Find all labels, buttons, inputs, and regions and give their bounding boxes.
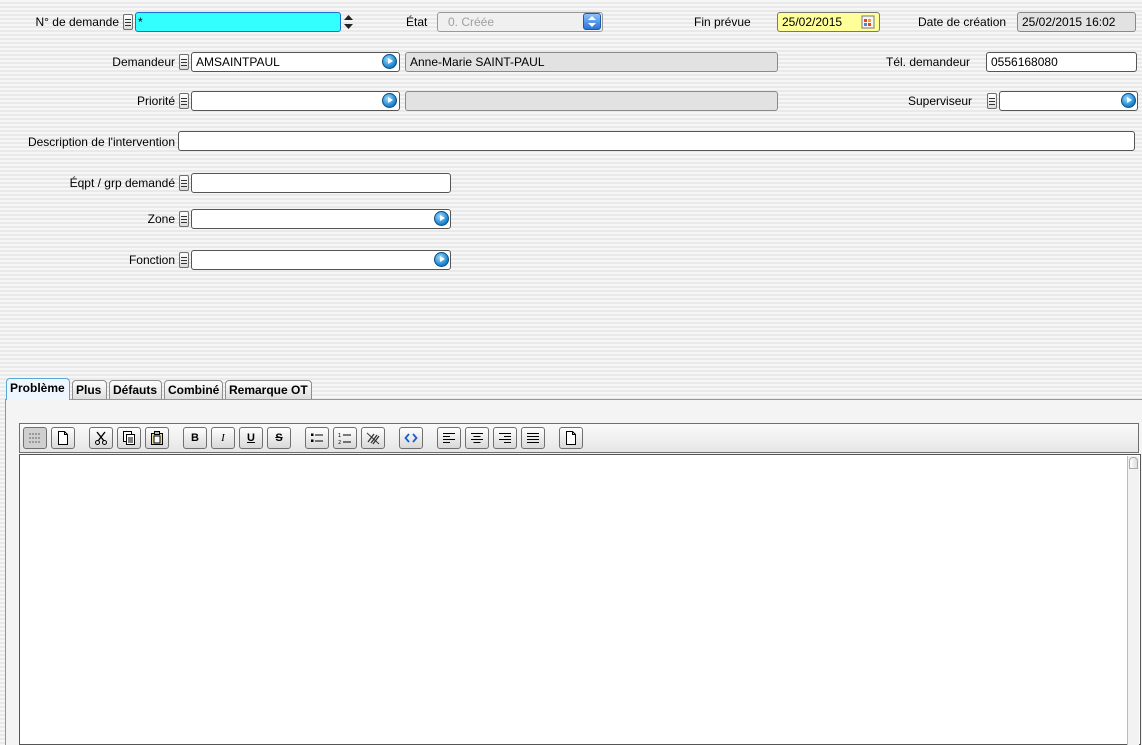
eqpt-lookup-button[interactable] <box>179 175 189 191</box>
align-left-button[interactable] <box>437 427 461 449</box>
priorite-code-input[interactable] <box>191 91 400 111</box>
zone-go-button[interactable] <box>434 211 449 226</box>
copy-button[interactable] <box>117 427 141 449</box>
fonction-input[interactable] <box>191 250 451 270</box>
unlink-button[interactable] <box>361 427 385 449</box>
numbered-list-button[interactable]: 12 <box>333 427 357 449</box>
etat-select-value: 0. Créée <box>448 15 495 29</box>
date-creation-label: Date de création <box>918 15 1007 29</box>
code-brackets-icon <box>404 433 418 443</box>
spinner-arrows-icon <box>344 15 353 29</box>
etat-select[interactable]: 0. Créée <box>437 12 603 32</box>
superviseur-label: Superviseur <box>908 94 973 108</box>
tab-probleme[interactable]: Problème <box>6 378 70 400</box>
new-document-icon <box>58 431 68 445</box>
align-center-button[interactable] <box>465 427 489 449</box>
description-input[interactable] <box>178 131 1135 151</box>
description-label: Description de l'intervention <box>27 135 175 149</box>
tab-defauts[interactable]: Défauts <box>109 380 162 399</box>
date-creation-field: 25/02/2015 16:02 <box>1017 12 1136 32</box>
fonction-label: Fonction <box>128 253 175 267</box>
align-justify-icon <box>527 433 539 443</box>
superviseur-lookup-button[interactable] <box>987 93 997 109</box>
eqpt-label: Éqpt / grp demandé <box>69 176 175 190</box>
zone-lookup-button[interactable] <box>179 211 189 227</box>
updown-arrow-icon <box>588 16 596 27</box>
underline-button[interactable]: U <box>239 427 263 449</box>
text-lines-icon <box>29 433 41 443</box>
scrollbar-thumb[interactable] <box>1129 457 1138 469</box>
broken-link-icon <box>366 432 380 445</box>
paste-button[interactable] <box>145 427 169 449</box>
superviseur-input[interactable] <box>999 91 1138 111</box>
demandeur-label: Demandeur <box>112 55 175 69</box>
italic-button[interactable]: I <box>211 427 235 449</box>
demandeur-lookup-button[interactable] <box>179 54 189 70</box>
demande-lookup-button[interactable] <box>123 14 133 30</box>
zone-label: Zone <box>147 212 175 226</box>
align-right-button[interactable] <box>493 427 517 449</box>
numbered-list-icon: 12 <box>338 433 351 445</box>
align-center-icon <box>471 433 483 443</box>
align-justify-button[interactable] <box>521 427 545 449</box>
priorite-name-field <box>405 91 778 111</box>
tel-demandeur-input[interactable]: 0556168080 <box>986 52 1137 72</box>
strikethrough-button[interactable]: S <box>267 427 291 449</box>
tab-plus[interactable]: Plus <box>72 380 107 399</box>
demande-input[interactable]: * <box>135 12 341 32</box>
calendar-icon[interactable] <box>861 15 875 29</box>
bullet-list-icon <box>311 433 323 442</box>
etat-dropdown-button[interactable] <box>583 13 601 30</box>
eqpt-input[interactable] <box>191 173 451 193</box>
paste-icon <box>151 431 163 445</box>
zone-input[interactable] <box>191 209 451 229</box>
tel-demandeur-label: Tél. demandeur <box>886 55 971 69</box>
page-button[interactable] <box>559 427 583 449</box>
editor-content-area[interactable] <box>19 454 1141 745</box>
demande-label: N° de demande <box>35 15 119 29</box>
svg-text:2: 2 <box>338 440 341 445</box>
new-document-button[interactable] <box>51 427 75 449</box>
tab-combine[interactable]: Combiné <box>164 380 223 399</box>
demandeur-code-input[interactable]: AMSAINTPAUL <box>191 52 400 72</box>
editor-scrollbar[interactable] <box>1127 456 1139 745</box>
html-code-button[interactable] <box>399 427 423 449</box>
demandeur-name-field: Anne-Marie SAINT-PAUL <box>405 52 778 72</box>
fin-prevue-label: Fin prévue <box>694 15 751 29</box>
svg-text:1: 1 <box>338 433 341 439</box>
scissors-icon <box>95 431 107 445</box>
demandeur-go-button[interactable] <box>382 54 397 69</box>
align-right-icon <box>499 433 511 443</box>
priorite-lookup-button[interactable] <box>179 93 189 109</box>
cut-button[interactable] <box>89 427 113 449</box>
source-view-button[interactable] <box>23 427 47 449</box>
superviseur-go-button[interactable] <box>1121 93 1136 108</box>
demande-spinner[interactable] <box>343 13 354 31</box>
fonction-lookup-button[interactable] <box>179 252 189 268</box>
priorite-label: Priorité <box>136 94 175 108</box>
page-icon <box>566 431 576 445</box>
copy-icon <box>123 431 135 445</box>
etat-label: État <box>406 15 428 29</box>
tab-remarque-ot[interactable]: Remarque OT <box>225 380 312 399</box>
fonction-go-button[interactable] <box>434 252 449 267</box>
bullet-list-button[interactable] <box>305 427 329 449</box>
priorite-go-button[interactable] <box>382 93 397 108</box>
align-left-icon <box>443 433 455 443</box>
bold-button[interactable]: B <box>183 427 207 449</box>
